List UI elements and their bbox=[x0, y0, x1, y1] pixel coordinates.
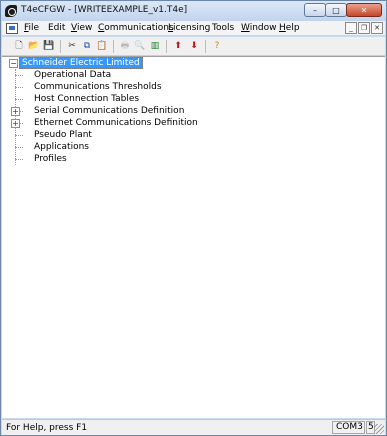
menu-communications-label: ommunications bbox=[104, 23, 174, 33]
help-button[interactable]: ? bbox=[210, 39, 224, 53]
cut-button[interactable]: ✂ bbox=[65, 39, 79, 53]
paste-button[interactable]: 📋 bbox=[95, 39, 109, 53]
split-view-button[interactable]: ▥ bbox=[148, 39, 162, 53]
caption-buttons: – □ ✕ bbox=[304, 3, 382, 17]
print-preview-button[interactable]: 🔍 bbox=[133, 39, 147, 53]
tree-connector bbox=[15, 75, 23, 76]
menu-view-label: iew bbox=[76, 23, 93, 33]
tree-item-label: Ethernet Communications Definition bbox=[34, 118, 198, 128]
expand-toggle-ethernet[interactable]: + bbox=[11, 119, 20, 128]
tree-connector bbox=[15, 99, 23, 100]
app-logo-icon[interactable] bbox=[5, 5, 17, 17]
mdi-restore-button[interactable]: ❐ bbox=[358, 22, 370, 34]
paste-icon: 📋 bbox=[96, 40, 108, 51]
menu-communications[interactable]: Communications bbox=[98, 23, 174, 33]
copy-button[interactable]: ⧉ bbox=[80, 39, 94, 53]
collapse-toggle[interactable]: − bbox=[9, 59, 18, 68]
cut-icon: ✂ bbox=[68, 40, 76, 51]
download-button[interactable]: ⬇ bbox=[187, 39, 201, 53]
title-bar[interactable]: T4eCFGW - [WRITEEXAMPLE_v1.T4e] – □ ✕ bbox=[1, 1, 386, 21]
tree-item-operational-data[interactable]: Operational Data bbox=[34, 69, 111, 81]
menu-edit-label: Edit bbox=[48, 23, 66, 33]
menu-tools-label: Tools bbox=[212, 23, 235, 33]
mdi-buttons: _ ❐ ✕ bbox=[344, 22, 383, 34]
tree-connector bbox=[15, 159, 23, 160]
tree-item-label: Host Connection Tables bbox=[34, 94, 140, 104]
upload-button[interactable]: ⬆ bbox=[171, 39, 185, 53]
document-icon[interactable] bbox=[6, 23, 18, 34]
new-button[interactable]: 🗋 bbox=[12, 39, 26, 53]
expand-toggle-serial[interactable]: + bbox=[11, 107, 20, 116]
menu-licensing[interactable]: Licensing bbox=[168, 23, 210, 33]
menu-help-label: elp bbox=[285, 23, 300, 33]
tree-item-profiles[interactable]: Profiles bbox=[34, 153, 67, 165]
split-view-icon: ▥ bbox=[150, 40, 160, 51]
tree-item-label: Pseudo Plant bbox=[34, 130, 92, 140]
toolbar: 🗋 📂 💾 ✂ ⧉ 📋 🖶 🔍 ▥ ⬆ ⬇ ? bbox=[2, 37, 385, 56]
window-title: T4eCFGW - [WRITEEXAMPLE_v1.T4e] bbox=[21, 5, 188, 15]
help-icon: ? bbox=[214, 40, 220, 51]
menu-help[interactable]: Help bbox=[279, 23, 300, 33]
tree-item-label: Communications Thresholds bbox=[34, 82, 162, 92]
print-preview-icon: 🔍 bbox=[134, 40, 146, 51]
menu-bar: File Edit View Communications Licensing … bbox=[2, 21, 385, 36]
tree-item-ethernet-communications-definition[interactable]: Ethernet Communications Definition bbox=[34, 117, 198, 129]
maximize-button[interactable]: □ bbox=[325, 3, 347, 17]
tree-item-label: Profiles bbox=[34, 154, 67, 164]
save-icon: 💾 bbox=[43, 40, 55, 51]
print-button[interactable]: 🖶 bbox=[118, 39, 132, 53]
tree-item-label: Operational Data bbox=[34, 70, 112, 80]
tree-connector bbox=[15, 135, 23, 136]
menu-window[interactable]: Window bbox=[241, 23, 277, 33]
mdi-minimize-button[interactable]: _ bbox=[345, 22, 357, 34]
tree-root-label: Schneider Electric Limited bbox=[19, 57, 143, 69]
menu-tools[interactable]: Tools bbox=[212, 23, 234, 33]
resize-grip-icon[interactable] bbox=[374, 424, 384, 434]
tree-connector bbox=[15, 87, 23, 88]
menu-window-accel: W bbox=[241, 23, 250, 33]
close-button[interactable]: ✕ bbox=[346, 3, 382, 17]
tree-view-pane[interactable]: − Schneider Electric Limited Operational… bbox=[2, 56, 385, 418]
tree-item-pseudo-plant[interactable]: Pseudo Plant bbox=[34, 129, 92, 141]
tree-item-label: Applications bbox=[34, 142, 89, 152]
tree-item-serial-communications-definition[interactable]: Serial Communications Definition bbox=[34, 105, 184, 117]
toolbar-separator bbox=[113, 40, 114, 53]
download-icon: ⬇ bbox=[190, 40, 198, 51]
menu-file[interactable]: File bbox=[24, 23, 39, 33]
open-icon: 📂 bbox=[28, 40, 40, 51]
upload-icon: ⬆ bbox=[174, 40, 182, 51]
tree-connector bbox=[15, 147, 23, 148]
app-window: T4eCFGW - [WRITEEXAMPLE_v1.T4e] – □ ✕ Fi… bbox=[0, 0, 387, 436]
toolbar-separator bbox=[166, 40, 167, 53]
menu-view[interactable]: View bbox=[71, 23, 92, 33]
mdi-close-button[interactable]: ✕ bbox=[371, 22, 383, 34]
minimize-button[interactable]: – bbox=[304, 3, 326, 17]
status-bar: For Help, press F1 COM3 5 bbox=[2, 419, 385, 435]
status-port-pane: COM3 bbox=[332, 421, 365, 434]
tree-item-communications-thresholds[interactable]: Communications Thresholds bbox=[34, 81, 162, 93]
tree-guide-line bbox=[15, 69, 16, 165]
tree-item-applications[interactable]: Applications bbox=[34, 141, 89, 153]
tree-item-label: Serial Communications Definition bbox=[34, 106, 185, 116]
status-message: For Help, press F1 bbox=[6, 423, 88, 433]
menu-window-label: indow bbox=[249, 23, 277, 33]
toolbar-separator bbox=[60, 40, 61, 53]
menu-licensing-label: icensing bbox=[173, 23, 211, 33]
save-button[interactable]: 💾 bbox=[42, 39, 56, 53]
copy-icon: ⧉ bbox=[83, 40, 91, 51]
menu-edit[interactable]: Edit bbox=[48, 23, 65, 33]
menu-help-accel: H bbox=[279, 23, 286, 33]
tree-root[interactable]: Schneider Electric Limited bbox=[19, 57, 143, 69]
print-icon: 🖶 bbox=[120, 40, 130, 51]
new-icon: 🗋 bbox=[15, 40, 23, 51]
tree-item-host-connection-tables[interactable]: Host Connection Tables bbox=[34, 93, 139, 105]
menu-file-label: ile bbox=[28, 23, 40, 33]
open-button[interactable]: 📂 bbox=[27, 39, 41, 53]
toolbar-separator bbox=[205, 40, 206, 53]
